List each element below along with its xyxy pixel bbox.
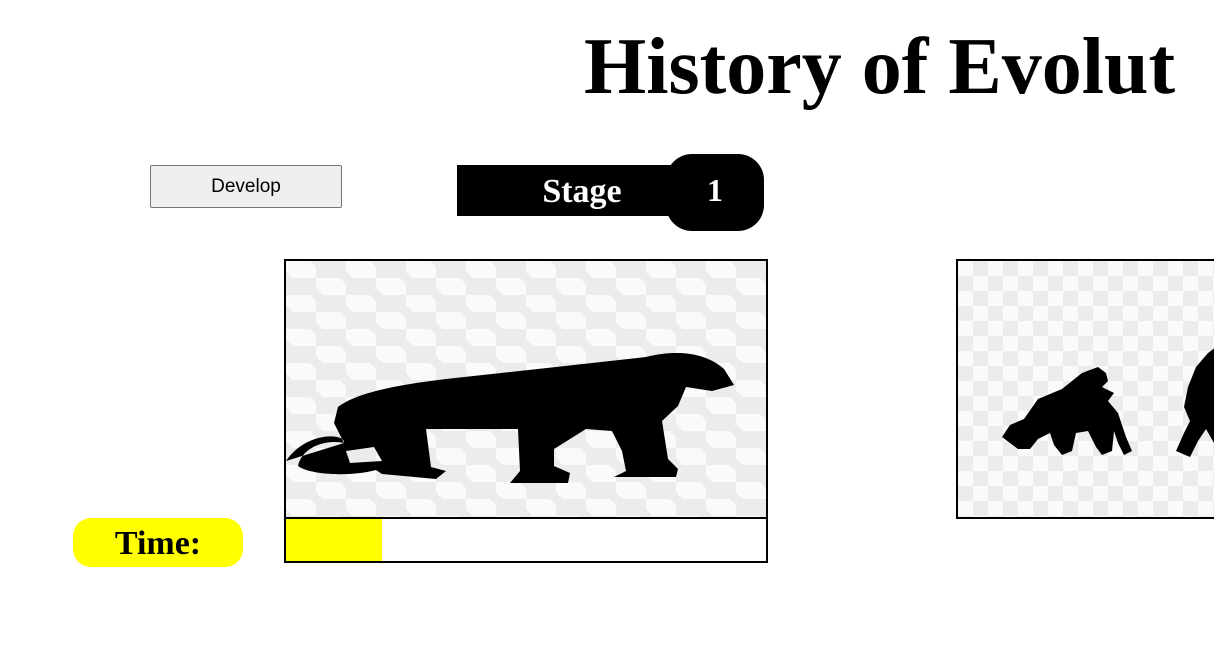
current-stage-image (284, 259, 768, 519)
time-progress-fill (286, 519, 382, 561)
time-label: Time: (73, 518, 243, 567)
page-title: History of Evolut (584, 23, 1176, 111)
stage-number-badge: 1 (666, 154, 764, 231)
evolution-silhouettes-image (1002, 348, 1214, 457)
monkey-silhouette-image (286, 353, 734, 483)
time-progress-bar (284, 517, 768, 563)
next-stage-image (956, 259, 1214, 519)
develop-button[interactable]: Develop (150, 165, 342, 208)
evolution-page: History of Evolut Develop Stage 1 Time: (0, 0, 1214, 662)
